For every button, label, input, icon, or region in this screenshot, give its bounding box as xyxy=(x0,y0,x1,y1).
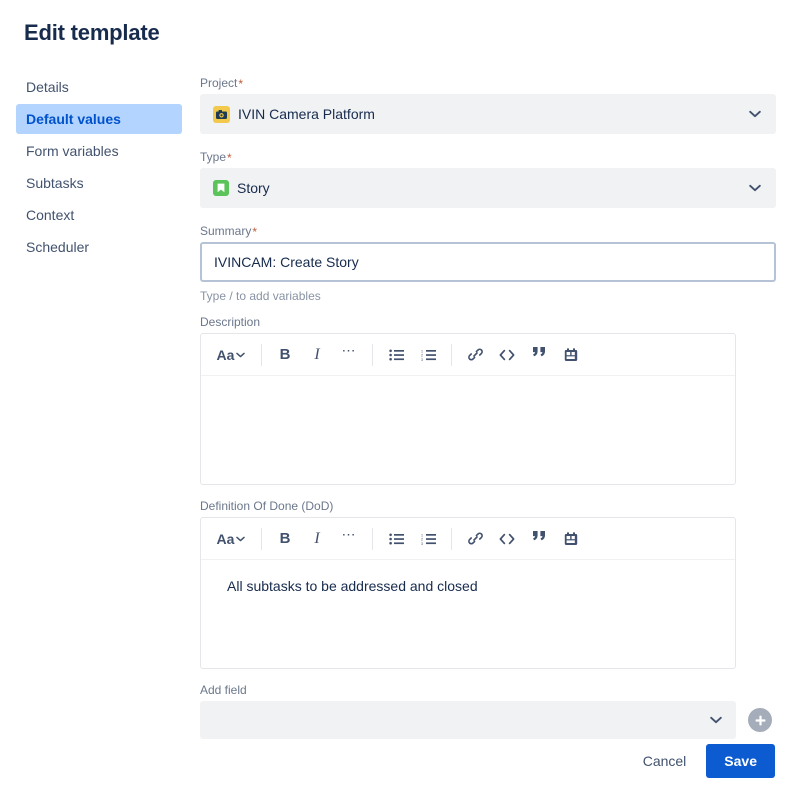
chevron-down-icon[interactable] xyxy=(749,182,761,194)
dod-label: Definition Of Done (DoD) xyxy=(200,499,334,513)
page-title: Edit template xyxy=(24,20,160,45)
sidebar-item-label: Scheduler xyxy=(26,239,90,255)
sidebar-item-label: Form variables xyxy=(26,143,119,159)
code-icon[interactable] xyxy=(494,526,520,552)
dod-editor[interactable]: Aa B I ⋯ 123 All subtasks to be addresse… xyxy=(200,517,736,669)
add-field-row xyxy=(200,701,776,739)
toolbar-divider xyxy=(261,527,262,550)
chevron-down-icon xyxy=(236,352,246,357)
sidebar-item-scheduler[interactable]: Scheduler xyxy=(16,232,182,262)
link-icon[interactable] xyxy=(462,342,488,368)
bold-icon[interactable]: B xyxy=(272,526,298,552)
sidebar-item-label: Subtasks xyxy=(26,175,84,191)
quote-icon[interactable] xyxy=(526,339,552,365)
add-field-label: Add field xyxy=(200,683,247,697)
edit-template-dialog: Edit template Details Default values For… xyxy=(0,0,793,796)
project-label: Project * xyxy=(200,76,244,91)
dod-body[interactable]: All subtasks to be addressed and closed xyxy=(201,560,735,668)
toolbar-divider xyxy=(372,527,373,550)
description-toolbar: Aa B I ⋯ 123 xyxy=(201,334,735,376)
type-value: Story xyxy=(237,180,270,196)
plus-icon xyxy=(755,715,765,725)
more-formatting-icon[interactable]: ⋯ xyxy=(336,338,362,364)
required-marker: * xyxy=(238,77,244,91)
type-label: Type * xyxy=(200,150,232,165)
toolbar-divider xyxy=(261,343,262,366)
chevron-down-icon xyxy=(236,536,246,541)
sidebar-item-label: Details xyxy=(26,79,69,95)
default-values-form: Project * IVIN Camera Platform Type * Stor… xyxy=(200,76,776,739)
bullet-list-icon[interactable] xyxy=(383,342,409,368)
project-select[interactable]: IVIN Camera Platform xyxy=(200,94,776,134)
svg-text:3: 3 xyxy=(421,357,423,360)
add-field-button[interactable] xyxy=(748,708,772,732)
description-editor[interactable]: Aa B I ⋯ 123 xyxy=(200,333,736,485)
italic-icon[interactable]: I xyxy=(304,342,330,368)
project-value: IVIN Camera Platform xyxy=(238,106,375,122)
sidebar-item-default-values[interactable]: Default values xyxy=(16,104,182,134)
required-marker: * xyxy=(227,151,232,165)
summary-label: Summary * xyxy=(200,224,258,239)
numbered-list-icon[interactable]: 123 xyxy=(415,342,441,368)
required-marker: * xyxy=(252,225,258,239)
sidebar-item-label: Default values xyxy=(26,111,121,127)
sidebar-item-label: Context xyxy=(26,207,75,223)
text-style-dropdown[interactable]: Aa xyxy=(211,526,251,552)
more-formatting-icon[interactable]: ⋯ xyxy=(336,522,362,548)
sidebar-item-subtasks[interactable]: Subtasks xyxy=(16,168,182,198)
sidebar-item-context[interactable]: Context xyxy=(16,200,182,230)
text-style-dropdown[interactable]: Aa xyxy=(211,342,251,368)
numbered-list-icon[interactable]: 123 xyxy=(415,526,441,552)
dod-toolbar: Aa B I ⋯ 123 xyxy=(201,518,735,560)
toolbar-divider xyxy=(451,527,452,550)
sidebar-item-details[interactable]: Details xyxy=(16,72,182,102)
sidebar-item-form-variables[interactable]: Form variables xyxy=(16,136,182,166)
quote-icon[interactable] xyxy=(526,523,552,549)
bullet-list-icon[interactable] xyxy=(383,526,409,552)
summary-helper-text: Type / to add variables xyxy=(200,289,321,303)
save-button[interactable]: Save xyxy=(706,744,775,778)
description-body[interactable] xyxy=(201,376,735,484)
story-type-icon xyxy=(213,180,229,196)
sidebar-nav: Details Default values Form variables Su… xyxy=(16,72,182,264)
dialog-footer: Cancel Save xyxy=(631,744,775,778)
italic-icon[interactable]: I xyxy=(304,526,330,552)
chevron-down-icon[interactable] xyxy=(710,716,722,724)
media-image-icon[interactable] xyxy=(558,342,584,368)
link-icon[interactable] xyxy=(462,526,488,552)
description-editor-wrap: Aa B I ⋯ 123 xyxy=(200,333,776,485)
toolbar-divider xyxy=(372,343,373,366)
cancel-button[interactable]: Cancel xyxy=(631,745,699,777)
code-icon[interactable] xyxy=(494,342,520,368)
summary-input[interactable] xyxy=(200,242,776,282)
chevron-down-icon[interactable] xyxy=(749,108,761,120)
svg-text:3: 3 xyxy=(421,541,423,544)
dod-editor-wrap: Aa B I ⋯ 123 All subtasks to be addresse… xyxy=(200,517,776,669)
add-field-select[interactable] xyxy=(200,701,736,739)
project-avatar-icon xyxy=(213,105,230,123)
toolbar-divider xyxy=(451,343,452,366)
media-image-icon[interactable] xyxy=(558,526,584,552)
type-select[interactable]: Story xyxy=(200,168,776,208)
bold-icon[interactable]: B xyxy=(272,342,298,368)
description-label: Description xyxy=(200,315,261,329)
